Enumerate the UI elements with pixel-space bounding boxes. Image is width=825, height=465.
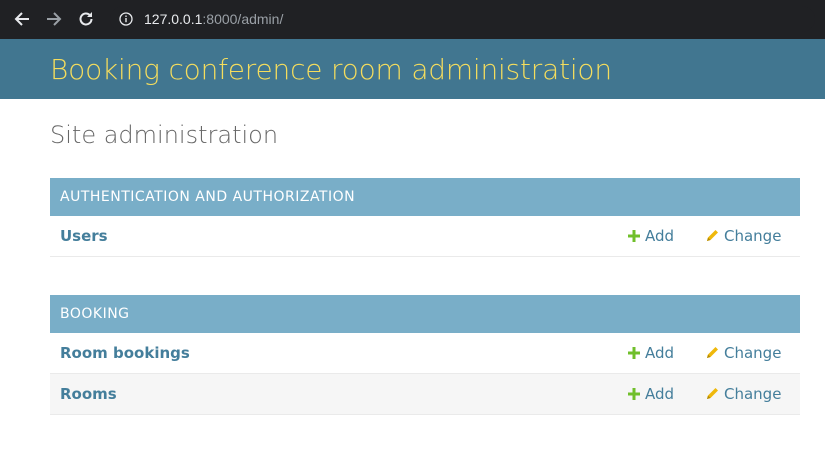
reload-icon: [79, 12, 93, 26]
table-row: Users Add Change: [50, 216, 800, 257]
module-caption[interactable]: AUTHENTICATION AND AUTHORIZATION: [50, 178, 800, 216]
change-link[interactable]: Change: [705, 344, 781, 362]
back-button[interactable]: [10, 8, 34, 30]
url-path: :8000/admin/: [202, 11, 284, 27]
change-label: Change: [724, 385, 782, 403]
change-label: Change: [724, 227, 782, 245]
plus-icon: [628, 388, 640, 400]
forward-button[interactable]: [42, 8, 66, 30]
table-row: Rooms Add Change: [50, 374, 800, 415]
model-link-room-bookings[interactable]: Room bookings: [60, 344, 190, 362]
pencil-icon: [707, 230, 718, 241]
arrow-left-icon: [14, 12, 29, 26]
reload-button[interactable]: [74, 8, 98, 30]
site-name-link[interactable]: Booking conference room administration: [50, 53, 612, 86]
model-link-rooms[interactable]: Rooms: [60, 385, 117, 403]
add-link[interactable]: Add: [628, 385, 674, 403]
change-link[interactable]: Change: [705, 385, 781, 403]
pencil-icon: [707, 388, 718, 399]
info-icon[interactable]: [118, 11, 134, 27]
model-link-users[interactable]: Users: [60, 227, 108, 245]
address-bar[interactable]: 127.0.0.1:8000/admin/: [110, 6, 815, 32]
url-host: 127.0.0.1: [144, 11, 203, 27]
change-label: Change: [724, 344, 782, 362]
table-row: Room bookings Add Change: [50, 333, 800, 374]
app-module-auth: AUTHENTICATION AND AUTHORIZATION Users A…: [50, 178, 800, 257]
site-header: Booking conference room administration: [0, 39, 825, 99]
browser-toolbar: 127.0.0.1:8000/admin/: [0, 0, 825, 39]
add-label: Add: [645, 385, 675, 403]
add-link[interactable]: Add: [628, 227, 674, 245]
page-title: Site administration: [50, 121, 279, 149]
plus-icon: [628, 347, 640, 359]
arrow-right-icon: [47, 12, 62, 26]
app-module-booking: BOOKING Room bookings Add Change Rooms A…: [50, 295, 800, 415]
add-label: Add: [645, 344, 675, 362]
change-link[interactable]: Change: [705, 227, 781, 245]
module-caption[interactable]: BOOKING: [50, 295, 800, 333]
url-text[interactable]: 127.0.0.1:8000/admin/: [144, 11, 283, 27]
pencil-icon: [707, 347, 718, 358]
plus-icon: [628, 230, 640, 242]
add-label: Add: [645, 227, 675, 245]
add-link[interactable]: Add: [628, 344, 674, 362]
